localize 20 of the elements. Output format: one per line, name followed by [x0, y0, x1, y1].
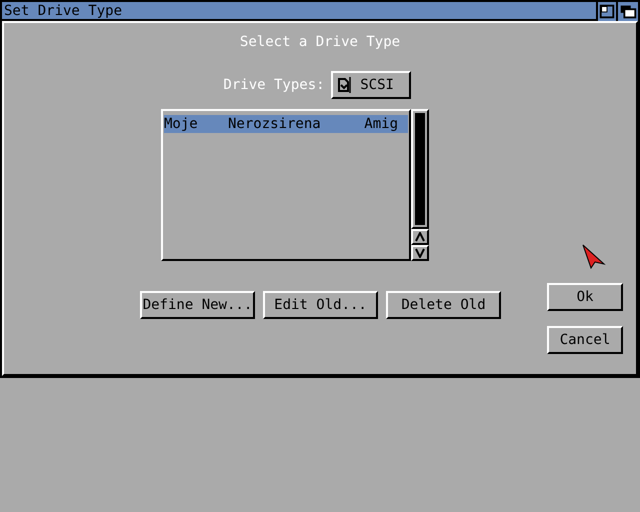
action-button[interactable]: Define New... — [140, 291, 255, 319]
list-cell-text: Nerozsirena — [228, 114, 322, 134]
drive-types-label: Drive Types: — [223, 76, 325, 94]
dialog-heading: Select a Drive Type — [240, 33, 400, 52]
scrollbar[interactable] — [411, 109, 429, 229]
drive-type-cycle[interactable]: SCSI — [330, 71, 411, 99]
zoom-icon[interactable] — [596, 2, 616, 21]
list-cell-text: Amig — [364, 114, 399, 134]
action-button[interactable]: Edit Old... — [263, 291, 378, 319]
list-row[interactable]: Moje Nerozsirena Amig — [164, 115, 408, 133]
cycle-icon — [336, 76, 352, 94]
action-button[interactable]: Delete Old — [386, 291, 501, 319]
mouse-pointer-icon — [582, 244, 606, 270]
depth-icon[interactable] — [616, 2, 638, 21]
scroll-up-button[interactable] — [411, 229, 429, 245]
dialog-button[interactable]: Ok — [547, 283, 623, 311]
window-title: Set Drive Type — [3, 4, 122, 18]
dialog-button[interactable]: Cancel — [547, 326, 623, 354]
list-cell-text: Moje — [164, 114, 199, 134]
scroll-down-button[interactable] — [411, 245, 429, 261]
